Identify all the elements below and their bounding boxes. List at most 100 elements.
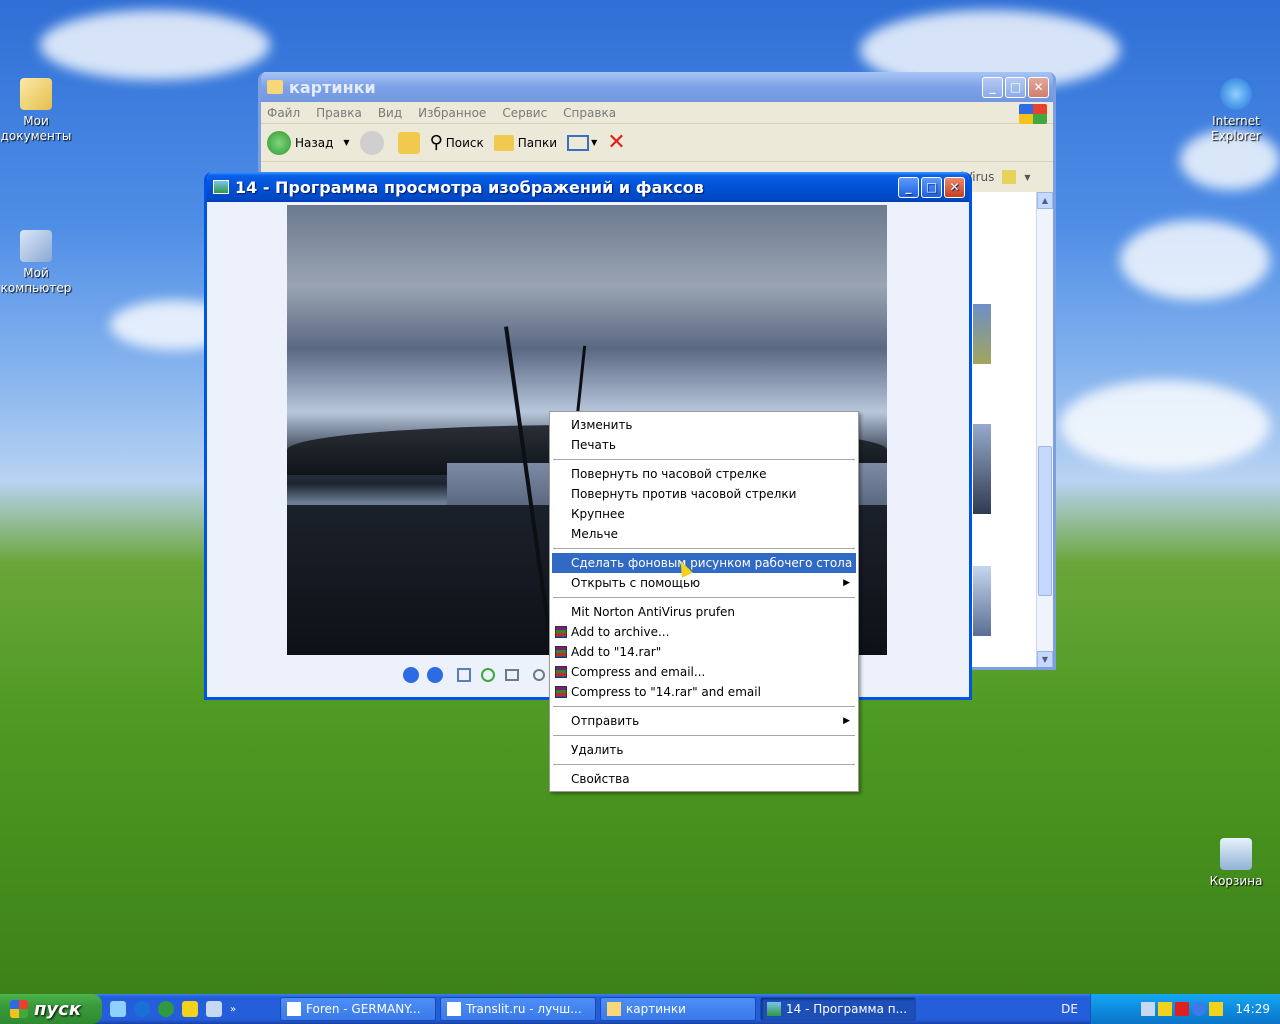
menu-item-compress-to-rar-and-email[interactable]: Compress to "14.rar" and email <box>552 682 856 702</box>
up-button[interactable] <box>397 131 420 154</box>
menu-item-rotate-clockwise[interactable]: Повернуть по часовой стрелке <box>552 464 856 484</box>
menu-file[interactable]: Файл <box>267 106 300 120</box>
tray-security-icon[interactable] <box>1175 1002 1190 1016</box>
views-button[interactable]: ▼ <box>567 134 598 151</box>
actual-size-icon[interactable] <box>481 668 495 682</box>
menu-tools[interactable]: Сервис <box>502 106 547 120</box>
winrar-icon <box>555 686 567 698</box>
tray-antivirus-icon[interactable] <box>1209 1002 1224 1016</box>
winrar-icon <box>555 646 567 658</box>
menu-item-label: Add to "14.rar" <box>571 645 662 659</box>
desktop-icon-my-documents[interactable]: Мои документы <box>0 78 74 144</box>
explorer-titlebar[interactable]: картинки _ □ ✕ <box>261 72 1053 102</box>
scroll-thumb[interactable] <box>1038 446 1052 596</box>
folder-icon <box>607 1002 621 1016</box>
search-button[interactable]: ⚲ Поиск <box>430 132 484 153</box>
menu-separator <box>553 764 855 765</box>
tray-icons[interactable] <box>1141 1002 1224 1016</box>
menu-item-send-to[interactable]: Отправить ▶ <box>552 711 856 731</box>
previous-image-icon[interactable] <box>403 667 419 683</box>
menu-bar: Файл Правка Вид Избранное Сервис Справка <box>261 102 1053 124</box>
windows-flag-icon <box>10 1000 28 1018</box>
scroll-down-button[interactable]: ▼ <box>1037 651 1053 667</box>
document-icon <box>287 1002 301 1016</box>
close-button[interactable]: ✕ <box>944 176 965 198</box>
menu-item-add-to-archive[interactable]: Add to archive... <box>552 622 856 642</box>
menu-item-delete[interactable]: Удалить <box>552 740 856 760</box>
menu-edit[interactable]: Правка <box>316 106 362 120</box>
best-fit-icon[interactable] <box>457 668 471 682</box>
xp-logo-icon <box>1019 104 1047 124</box>
menu-item-rotate-counterclockwise[interactable]: Повернуть против часовой стрелки <box>552 484 856 504</box>
menu-item-norton-scan[interactable]: Mit Norton AntiVirus prufen <box>552 602 856 622</box>
desktop-icon-my-computer[interactable]: Мой компьютер <box>0 230 74 296</box>
task-label: картинки <box>626 1002 686 1016</box>
taskbar-item-image-viewer[interactable]: 14 - Программа п... <box>760 997 916 1021</box>
menu-view[interactable]: Вид <box>378 106 402 120</box>
task-label: 14 - Программа п... <box>786 1002 908 1016</box>
menu-item-properties[interactable]: Свойства <box>552 769 856 789</box>
folder-up-icon <box>397 131 420 154</box>
taskbar-item-translit[interactable]: Translit.ru - лучш... <box>440 997 596 1021</box>
desktop-icon-recycle-bin[interactable]: Корзина <box>1198 838 1274 889</box>
submenu-arrow-icon: ▶ <box>843 716 850 726</box>
menu-item-print[interactable]: Печать <box>552 435 856 455</box>
maximize-button[interactable]: □ <box>1005 76 1026 98</box>
browser-icon[interactable] <box>110 1001 126 1017</box>
zoom-in-icon[interactable] <box>533 669 545 681</box>
tray-volume-icon[interactable] <box>1158 1002 1173 1016</box>
forward-button[interactable] <box>359 130 388 155</box>
globe-icon[interactable] <box>158 1001 174 1017</box>
window-title: картинки <box>289 77 376 97</box>
vertical-scrollbar[interactable]: ▲ ▼ <box>1036 192 1053 667</box>
tray-network-icon[interactable] <box>1141 1002 1156 1016</box>
slideshow-icon[interactable] <box>505 669 519 681</box>
minimize-button[interactable]: _ <box>898 176 919 198</box>
menu-item-zoom-in[interactable]: Крупнее <box>552 504 856 524</box>
tray-help-icon[interactable] <box>1192 1002 1207 1016</box>
thumbnail-2[interactable] <box>973 424 991 514</box>
start-button[interactable]: пуск <box>0 994 102 1024</box>
views-icon <box>567 134 590 151</box>
menu-separator <box>553 735 855 736</box>
maximize-button[interactable]: □ <box>921 176 942 198</box>
taskbar-item-pictures-folder[interactable]: картинки <box>600 997 756 1021</box>
menu-item-zoom-out[interactable]: Мельче <box>552 524 856 544</box>
internet-explorer-icon[interactable] <box>134 1001 150 1017</box>
menu-item-compress-and-email[interactable]: Compress and email... <box>552 662 856 682</box>
close-button[interactable]: ✕ <box>1028 76 1049 98</box>
menu-item-open-with[interactable]: Открыть с помощью ▶ <box>552 573 856 593</box>
folders-button[interactable]: Папки <box>493 134 557 151</box>
viewer-titlebar[interactable]: 14 - Программа просмотра изображений и ф… <box>207 172 969 202</box>
taskbar-item-forum[interactable]: Foren - GERMANY... <box>280 997 436 1021</box>
language-indicator[interactable]: DE <box>1061 1002 1078 1016</box>
next-image-icon[interactable] <box>427 667 443 683</box>
chevron-right-icon[interactable]: » <box>230 1004 236 1015</box>
app-icon[interactable] <box>182 1001 198 1017</box>
back-arrow-icon <box>267 130 291 155</box>
menu-item-add-to-rar[interactable]: Add to "14.rar" <box>552 642 856 662</box>
chevron-down-icon[interactable]: ▼ <box>343 138 349 147</box>
thumbnail-3[interactable] <box>973 566 991 636</box>
delete-button[interactable]: ✕ <box>607 130 625 155</box>
menu-item-edit[interactable]: Изменить <box>552 415 856 435</box>
chevron-down-icon[interactable]: ▼ <box>1024 173 1030 182</box>
folder-icon <box>267 80 283 94</box>
context-menu: Изменить Печать Повернуть по часовой стр… <box>549 411 859 792</box>
norton-icon[interactable] <box>1002 170 1017 184</box>
thumbnail-1[interactable] <box>973 304 991 364</box>
desktop-icon-label: Мой компьютер <box>0 266 72 295</box>
desktop-icon-label: Корзина <box>1209 874 1263 888</box>
scroll-up-button[interactable]: ▲ <box>1037 192 1053 209</box>
taskbar: пуск » Foren - GERMANY... Translit.ru - … <box>0 994 1280 1024</box>
menu-separator <box>553 597 855 598</box>
menu-item-set-as-wallpaper[interactable]: Сделать фоновым рисунком рабочего стола <box>552 553 856 573</box>
clock[interactable]: 14:29 <box>1235 1002 1270 1016</box>
network-icon[interactable] <box>206 1001 222 1017</box>
menu-help[interactable]: Справка <box>563 106 616 120</box>
back-button[interactable]: Назад ▼ <box>267 130 350 155</box>
minimize-button[interactable]: _ <box>982 76 1003 98</box>
desktop-icon-internet-explorer[interactable]: Internet Explorer <box>1198 78 1274 144</box>
menu-favorites[interactable]: Избранное <box>418 106 486 120</box>
chevron-down-icon: ▼ <box>591 138 598 147</box>
